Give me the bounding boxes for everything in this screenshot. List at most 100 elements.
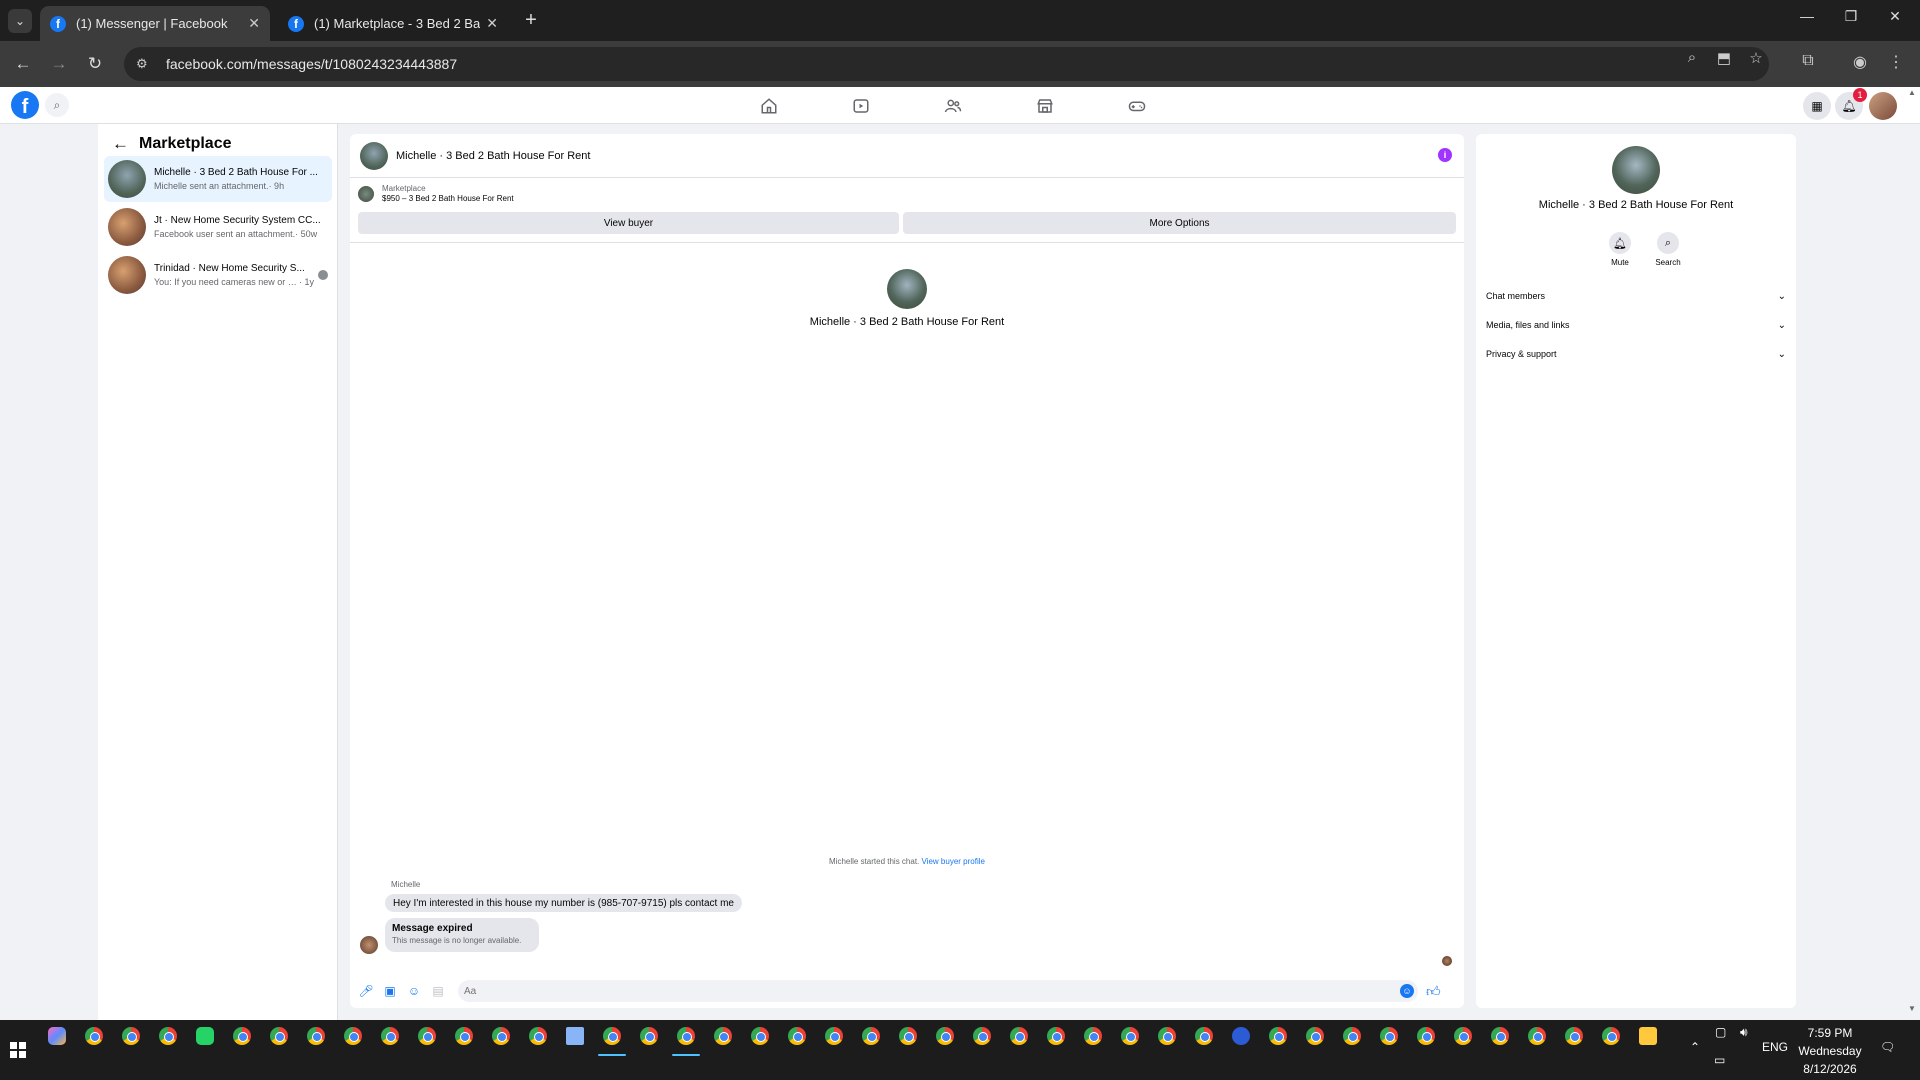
chrome-icon[interactable] xyxy=(455,1027,473,1045)
mute-button[interactable]: 🔔︎ Mute xyxy=(1600,232,1640,267)
chrome-icon[interactable] xyxy=(1306,1027,1324,1045)
section-chat-members[interactable]: Chat members ⌄ xyxy=(1486,286,1786,306)
file-explorer-icon[interactable] xyxy=(1639,1027,1657,1045)
language-indicator[interactable]: ENG xyxy=(1762,1040,1788,1054)
friends-icon[interactable] xyxy=(943,96,963,116)
chat-profile-avatar[interactable] xyxy=(887,269,927,309)
chrome-icon[interactable] xyxy=(233,1027,251,1045)
scroll-up-arrow[interactable]: ▲ xyxy=(1908,88,1916,97)
account-avatar[interactable] xyxy=(1869,92,1897,120)
chrome-icon[interactable] xyxy=(1454,1027,1472,1045)
show-hidden-icons-chevron-icon[interactable]: ⌃ xyxy=(1690,1040,1700,1054)
forward-button[interactable]: → xyxy=(47,52,71,76)
tab-marketplace[interactable]: f (1) Marketplace - 3 Bed 2 Bath ✕ xyxy=(278,6,508,41)
chrome-icon[interactable] xyxy=(899,1027,917,1045)
notification-center-icon[interactable]: 🗨︎ xyxy=(1880,1040,1895,1054)
chrome-icon[interactable] xyxy=(1158,1027,1176,1045)
chrome-icon[interactable] xyxy=(973,1027,991,1045)
chrome-icon[interactable] xyxy=(1047,1027,1065,1045)
install-app-icon[interactable]: ⬒ xyxy=(1714,49,1734,67)
profile-icon[interactable]: ◉ xyxy=(1848,52,1872,72)
taskbar-clock[interactable]: 7:59 PM Wednesday 8/12/2026 xyxy=(1790,1024,1870,1078)
section-privacy-support[interactable]: Privacy & support ⌄ xyxy=(1486,344,1786,364)
zoom-icon[interactable]: ⌕ xyxy=(1682,49,1702,66)
address-bar[interactable]: ⚙ facebook.com/messages/t/10802432344438… xyxy=(124,47,1769,81)
chrome-icon[interactable] xyxy=(1602,1027,1620,1045)
chrome-icon[interactable] xyxy=(270,1027,288,1045)
chrome-icon[interactable] xyxy=(1121,1027,1139,1045)
chrome-icon[interactable] xyxy=(1010,1027,1028,1045)
chrome-icon[interactable] xyxy=(603,1027,621,1045)
new-tab-button[interactable]: + xyxy=(519,8,543,32)
whatsapp-icon[interactable] xyxy=(196,1027,214,1045)
back-arrow-icon[interactable]: ← xyxy=(112,134,129,154)
chrome-icon[interactable] xyxy=(122,1027,140,1045)
chrome-icon[interactable] xyxy=(1195,1027,1213,1045)
chrome-icon[interactable] xyxy=(1528,1027,1546,1045)
menu-icon[interactable]: ⋮ xyxy=(1884,52,1908,72)
view-buyer-profile-link[interactable]: View buyer profile xyxy=(922,857,985,866)
conversation-item-jt[interactable]: Jt · New Home Security System CC... Face… xyxy=(104,204,332,250)
thumbs-up-icon[interactable]: 👍︎ xyxy=(1426,983,1441,1000)
close-window-button[interactable]: ✕ xyxy=(1880,8,1910,25)
chrome-icon[interactable] xyxy=(418,1027,436,1045)
scroll-down-arrow[interactable]: ▼ xyxy=(1908,1004,1916,1013)
chrome-icon[interactable] xyxy=(529,1027,547,1045)
chrome-icon[interactable] xyxy=(1269,1027,1287,1045)
chrome-icon[interactable] xyxy=(1343,1027,1361,1045)
tab-search-button[interactable]: ⌄ xyxy=(8,9,32,33)
section-media-files-links[interactable]: Media, files and links ⌄ xyxy=(1486,315,1786,335)
tab-messenger[interactable]: f (1) Messenger | Facebook ✕ xyxy=(40,6,270,41)
chrome-icon[interactable] xyxy=(381,1027,399,1045)
bookmark-star-icon[interactable]: ☆ xyxy=(1746,49,1766,67)
home-icon[interactable] xyxy=(759,96,779,116)
close-tab-icon[interactable]: ✕ xyxy=(486,15,498,32)
restore-button[interactable]: ❐ xyxy=(1836,8,1866,25)
chat-avatar[interactable] xyxy=(360,141,388,170)
chrome-icon[interactable] xyxy=(344,1027,362,1045)
gif-icon[interactable]: ▤ xyxy=(430,983,446,999)
extensions-icon[interactable]: ⧉ xyxy=(1796,52,1820,70)
start-button[interactable] xyxy=(10,1042,26,1058)
facebook-logo[interactable]: f xyxy=(11,91,39,119)
marketplace-icon[interactable] xyxy=(1035,96,1055,116)
meet-now-icon[interactable]: ▢ xyxy=(1715,1025,1726,1039)
chrome-icon[interactable] xyxy=(85,1027,103,1045)
minimize-button[interactable]: — xyxy=(1792,8,1822,24)
site-info-icon[interactable]: ⚙ xyxy=(136,56,152,72)
view-buyer-button[interactable]: View buyer xyxy=(358,212,899,234)
search-icon[interactable]: ⌕ xyxy=(45,93,69,117)
info-avatar[interactable] xyxy=(1612,146,1660,194)
chrome-icon[interactable] xyxy=(1417,1027,1435,1045)
notepad-icon[interactable] xyxy=(566,1027,584,1045)
video-icon[interactable] xyxy=(851,96,871,116)
more-options-button[interactable]: More Options xyxy=(903,212,1456,234)
sticker-icon[interactable]: ☺ xyxy=(406,983,422,999)
chrome-icon[interactable] xyxy=(936,1027,954,1045)
emoji-icon[interactable]: ☺ xyxy=(1400,984,1414,998)
chrome-icon[interactable] xyxy=(492,1027,510,1045)
notifications-icon[interactable]: 🔔︎ 1 xyxy=(1835,88,1867,120)
listing-summary[interactable]: Marketplace $950 – 3 Bed 2 Bath House Fo… xyxy=(358,184,514,203)
conversation-item-trinidad[interactable]: Trinidad · New Home Security S... You: I… xyxy=(104,252,332,298)
copilot-icon[interactable] xyxy=(48,1027,66,1045)
menu-grid-icon[interactable]: ▦ xyxy=(1803,92,1831,120)
reload-button[interactable]: ↻ xyxy=(83,52,107,76)
chrome-icon[interactable] xyxy=(159,1027,177,1045)
expired-message-bubble[interactable]: Message expired This message is no longe… xyxy=(385,918,539,952)
close-tab-icon[interactable]: ✕ xyxy=(248,15,260,32)
chrome-icon[interactable] xyxy=(751,1027,769,1045)
chrome-icon[interactable] xyxy=(640,1027,658,1045)
message-input[interactable] xyxy=(458,980,1418,1002)
chrome-icon[interactable] xyxy=(1380,1027,1398,1045)
microphone-icon[interactable]: 🎤︎ xyxy=(358,983,374,999)
chrome-icon[interactable] xyxy=(714,1027,732,1045)
back-button[interactable]: ← xyxy=(11,52,35,76)
conversation-item-michelle[interactable]: Michelle · 3 Bed 2 Bath House For ... Mi… xyxy=(104,156,332,202)
app-icon[interactable] xyxy=(1232,1027,1250,1045)
search-conversation-button[interactable]: ⌕ Search xyxy=(1648,232,1688,267)
chrome-icon[interactable] xyxy=(862,1027,880,1045)
image-icon[interactable]: ▣ xyxy=(382,983,398,999)
chrome-icon[interactable] xyxy=(307,1027,325,1045)
chrome-icon[interactable] xyxy=(1084,1027,1102,1045)
